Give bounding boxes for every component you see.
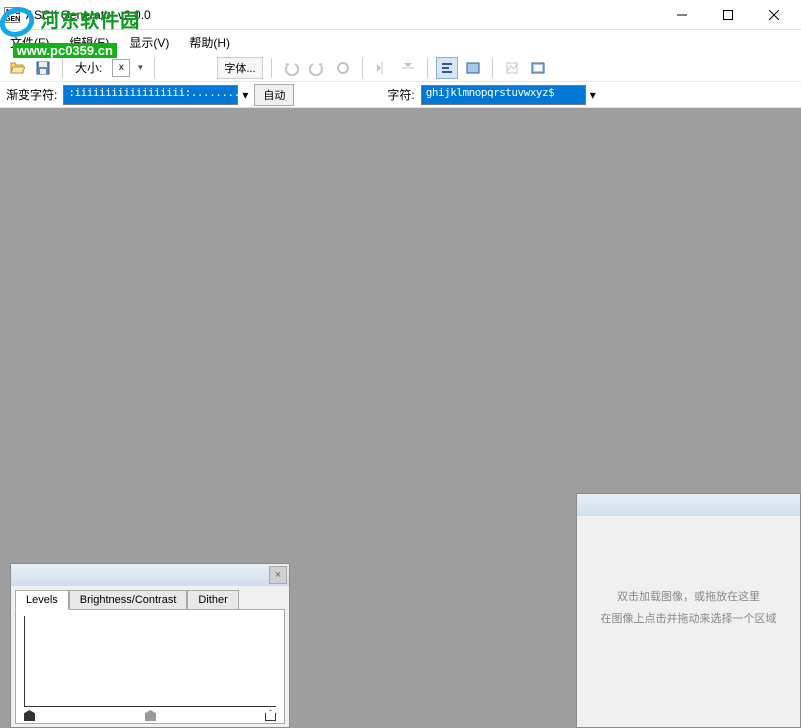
- redo-icon[interactable]: [306, 57, 328, 79]
- gradient-char-input[interactable]: :iiiiiiiiiiiiiiiiii:...........,: [63, 85, 238, 105]
- levels-white-point-handle[interactable]: [265, 710, 276, 721]
- tab-brightness-contrast[interactable]: Brightness/Contrast: [69, 590, 188, 610]
- app-icon: ASCGEN: [4, 7, 20, 23]
- histogram-graph: [24, 616, 276, 707]
- tab-levels[interactable]: Levels: [15, 590, 69, 610]
- size-value[interactable]: x: [112, 59, 130, 77]
- auto-button[interactable]: 自动: [254, 84, 294, 106]
- window-titlebar: ASCGEN ASCII Generator v2.0.0: [0, 0, 801, 30]
- font-button[interactable]: 字体...: [217, 57, 262, 79]
- menubar: 文件(F) 编辑(E) 显示(V) 帮助(H): [0, 30, 801, 54]
- main-canvas-area[interactable]: × Levels Brightness/Contrast Dither 双击加载…: [0, 108, 801, 728]
- toolbar-separator: [154, 58, 155, 78]
- levels-graph-area: [15, 609, 285, 724]
- size-dropdown-icon[interactable]: ▼: [134, 63, 146, 72]
- drop-hint-1: 双击加载图像，或拖放在这里: [589, 586, 788, 608]
- flip-vertical-icon[interactable]: [397, 57, 419, 79]
- char-input[interactable]: ghijklmnopqrstuvwxyz$: [421, 85, 586, 105]
- window-title: ASCII Generator v2.0.0: [26, 8, 659, 22]
- image-panel-icon[interactable]: [527, 57, 549, 79]
- drop-hint-2: 在图像上点击并拖动来选择一个区域: [589, 608, 788, 630]
- image-panel-header[interactable]: [577, 494, 800, 516]
- refresh-icon[interactable]: [332, 57, 354, 79]
- levels-panel: × Levels Brightness/Contrast Dither: [10, 563, 290, 728]
- levels-tabs: Levels Brightness/Contrast Dither: [11, 586, 289, 609]
- levels-slider-track[interactable]: [24, 709, 276, 721]
- align-left-icon[interactable]: [436, 57, 458, 79]
- toolbar-separator: [492, 58, 493, 78]
- tab-dither[interactable]: Dither: [187, 590, 238, 610]
- save-file-icon[interactable]: [32, 57, 54, 79]
- maximize-button[interactable]: [705, 0, 751, 30]
- toolbar-separator: [271, 58, 272, 78]
- levels-panel-header[interactable]: ×: [11, 564, 289, 586]
- align-full-icon[interactable]: [462, 57, 484, 79]
- minimize-button[interactable]: [659, 0, 705, 30]
- gradient-dropdown-icon[interactable]: ▾: [242, 88, 248, 102]
- secondary-toolbar: 渐变字符: :iiiiiiiiiiiiiiiiii:..........., ▾…: [0, 82, 801, 108]
- gradient-label: 渐变字符:: [6, 86, 57, 103]
- levels-panel-icon[interactable]: [501, 57, 523, 79]
- char-dropdown-icon[interactable]: ▾: [590, 88, 596, 102]
- menu-edit[interactable]: 编辑(E): [65, 32, 113, 53]
- close-icon[interactable]: ×: [269, 566, 287, 584]
- window-controls: [659, 0, 797, 30]
- flip-horizontal-icon[interactable]: [371, 57, 393, 79]
- size-label: 大小:: [75, 59, 102, 76]
- undo-icon[interactable]: [280, 57, 302, 79]
- levels-gray-point-handle[interactable]: [145, 710, 156, 721]
- char-label: 字符:: [387, 86, 414, 103]
- open-file-icon[interactable]: [6, 57, 28, 79]
- image-panel: 双击加载图像，或拖放在这里 在图像上点击并拖动来选择一个区域: [576, 493, 801, 728]
- toolbar-separator: [362, 58, 363, 78]
- close-button[interactable]: [751, 0, 797, 30]
- menu-view[interactable]: 显示(V): [125, 32, 173, 53]
- toolbar-separator: [62, 58, 63, 78]
- levels-black-point-handle[interactable]: [24, 710, 35, 721]
- menu-file[interactable]: 文件(F): [6, 32, 53, 53]
- toolbar-separator: [427, 58, 428, 78]
- toolbar: 大小: x ▼ 字体...: [0, 54, 801, 82]
- image-drop-zone[interactable]: 双击加载图像，或拖放在这里 在图像上点击并拖动来选择一个区域: [577, 516, 800, 630]
- menu-help[interactable]: 帮助(H): [185, 32, 234, 53]
